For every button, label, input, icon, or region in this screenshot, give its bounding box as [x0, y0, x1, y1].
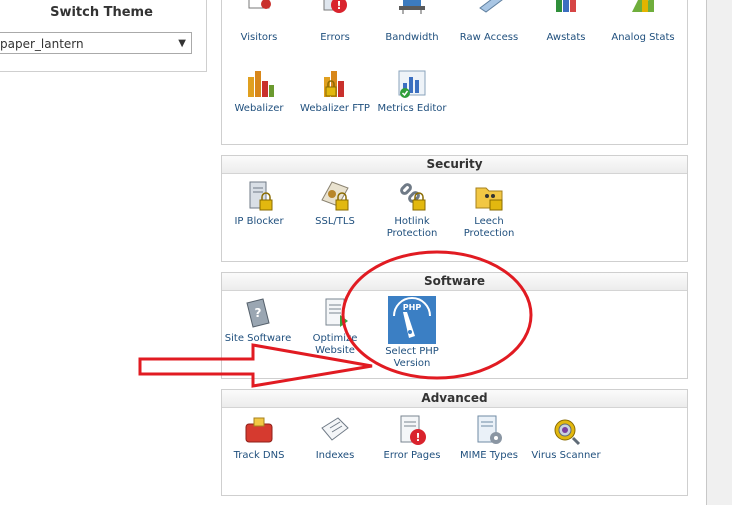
- mime-types-icon: [472, 414, 506, 448]
- advanced-group: Advanced Track DNS Indexes ! Error Pages…: [221, 389, 688, 496]
- optimize-website-link[interactable]: Optimize Website: [297, 297, 373, 357]
- visitors-icon: [242, 0, 276, 30]
- svg-text:?: ?: [255, 306, 262, 320]
- bandwidth-label: Bandwidth: [385, 32, 439, 43]
- select-php-version-link[interactable]: PHP Select PHP Version: [374, 296, 450, 370]
- optimize-label-line2: Website: [315, 345, 355, 356]
- ip-blocker-link[interactable]: IP Blocker: [221, 180, 297, 228]
- errors-label: Errors: [320, 32, 350, 43]
- bandwidth-icon: [395, 0, 429, 30]
- select-php-version-icon: PHP: [388, 296, 436, 344]
- raw-access-icon: [472, 0, 506, 30]
- awstats-icon: [549, 0, 583, 30]
- track-dns-icon: [242, 414, 276, 448]
- virus-scanner-icon: [549, 414, 583, 448]
- analog-stats-icon: [626, 0, 660, 30]
- theme-select-value: paper_lantern: [0, 37, 84, 51]
- webalizer-icon: [242, 67, 276, 101]
- track-dns-label: Track DNS: [233, 450, 285, 461]
- switch-theme-title: Switch Theme: [50, 5, 153, 20]
- raw-access-label: Raw Access: [459, 32, 519, 43]
- page-scrollbar[interactable]: [706, 0, 732, 505]
- errors-link[interactable]: ! Errors: [297, 0, 373, 44]
- site-software-link[interactable]: ? Site Software: [220, 297, 296, 345]
- ip-blocker-icon: [242, 180, 276, 214]
- ssl-tls-link[interactable]: SSL/TLS: [297, 180, 373, 228]
- svg-text:!: !: [336, 0, 341, 12]
- select-php-label-line2: Version: [393, 358, 431, 369]
- metrics-editor-icon: [395, 67, 429, 101]
- php-icon-text: PHP: [403, 303, 422, 312]
- hotlink-protection-icon: [395, 180, 429, 214]
- visitors-label: Visitors: [240, 32, 278, 43]
- indexes-icon: [318, 414, 352, 448]
- mime-types-label: MIME Types: [460, 450, 518, 461]
- site-software-icon: ?: [241, 297, 275, 331]
- leech-protection-link[interactable]: Leech Protection: [451, 180, 527, 240]
- metrics-editor-link[interactable]: Metrics Editor: [374, 67, 450, 115]
- analog-stats-label: Analog Stats: [611, 32, 675, 43]
- webalizer-ftp-label: Webalizer FTP: [300, 103, 370, 114]
- optimize-label-line1: Optimize: [312, 333, 358, 344]
- theme-select[interactable]: paper_lantern ▼: [0, 32, 192, 54]
- ip-blocker-label: IP Blocker: [234, 216, 284, 227]
- ssl-tls-label: SSL/TLS: [315, 216, 355, 227]
- analog-stats-link[interactable]: Analog Stats: [605, 0, 681, 44]
- virus-scanner-link[interactable]: Virus Scanner: [528, 414, 604, 462]
- hotlink-protection-link[interactable]: Hotlink Protection: [374, 180, 450, 240]
- webalizer-link[interactable]: Webalizer: [221, 67, 297, 115]
- virus-scanner-label: Virus Scanner: [531, 450, 601, 461]
- svg-text:!: !: [415, 431, 420, 444]
- mime-types-link[interactable]: MIME Types: [451, 414, 527, 462]
- optimize-website-icon: [318, 297, 352, 331]
- webalizer-ftp-icon: [318, 67, 352, 101]
- leech-protection-icon: [472, 180, 506, 214]
- error-pages-icon: !: [395, 414, 429, 448]
- hotlink-label-line2: Protection: [386, 228, 438, 239]
- awstats-link[interactable]: Awstats: [528, 0, 604, 44]
- leech-label-line2: Protection: [463, 228, 515, 239]
- webalizer-label: Webalizer: [234, 103, 284, 114]
- metrics-editor-label: Metrics Editor: [377, 103, 447, 114]
- select-php-label-line1: Select PHP: [385, 346, 439, 357]
- errors-icon: !: [318, 0, 352, 30]
- security-group: Security IP Blocker SSL/TLS Hotlink Prot…: [221, 155, 688, 262]
- leech-label-line1: Leech: [474, 216, 504, 227]
- switch-theme-panel: Switch Theme paper_lantern ▼: [0, 0, 207, 72]
- hotlink-label-line1: Hotlink: [394, 216, 430, 227]
- ssl-tls-icon: [318, 180, 352, 214]
- stats-group: Visitors ! Errors Bandwidth Raw Access A…: [221, 0, 688, 145]
- indexes-link[interactable]: Indexes: [297, 414, 373, 462]
- visitors-link[interactable]: Visitors: [221, 0, 297, 44]
- error-pages-label: Error Pages: [383, 450, 441, 461]
- software-group: Software ? Site Software Optimize Websit…: [221, 272, 688, 379]
- software-title: Software: [222, 273, 687, 291]
- indexes-label: Indexes: [315, 450, 355, 461]
- track-dns-link[interactable]: Track DNS: [221, 414, 297, 462]
- error-pages-link[interactable]: ! Error Pages: [374, 414, 450, 462]
- chevron-down-icon: ▼: [178, 38, 186, 49]
- security-title: Security: [222, 156, 687, 174]
- site-software-label: Site Software: [224, 333, 292, 344]
- webalizer-ftp-link[interactable]: Webalizer FTP: [297, 67, 373, 115]
- raw-access-link[interactable]: Raw Access: [451, 0, 527, 44]
- advanced-title: Advanced: [222, 390, 687, 408]
- bandwidth-link[interactable]: Bandwidth: [374, 0, 450, 44]
- awstats-label: Awstats: [546, 32, 586, 43]
